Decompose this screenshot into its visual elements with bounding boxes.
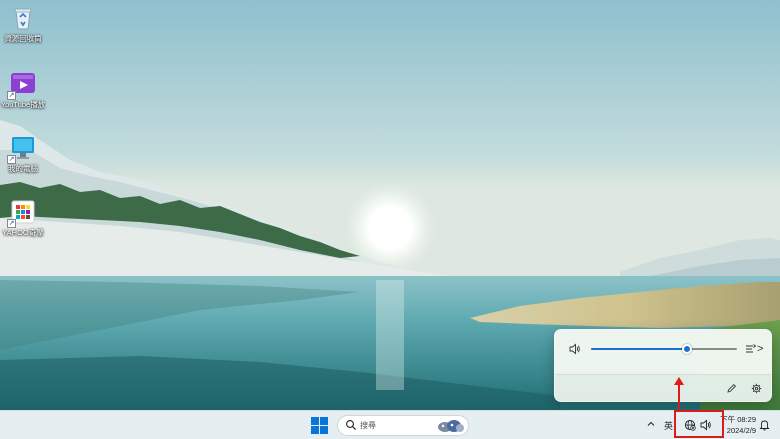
volume-slider-fill	[591, 348, 688, 350]
taskbar-search-box[interactable]: 搜尋	[337, 415, 469, 436]
input-method-indicator[interactable]: 英	[664, 419, 673, 432]
monitor-icon: ↗	[7, 134, 37, 164]
audio-output-chevron[interactable]: >	[757, 343, 763, 355]
volume-row: >	[555, 330, 771, 374]
gear-icon[interactable]	[751, 383, 762, 397]
taskbar: 搜尋 英 下午 08:29 2024/2/9	[0, 410, 780, 439]
desktop-icon-recycle-bin[interactable]: 資源回收筒	[0, 4, 46, 43]
shortcut-arrow-icon: ↗	[7, 219, 16, 228]
desktop-icon-label: 我的電腦	[8, 164, 38, 173]
recycle-bin-icon	[9, 4, 37, 32]
clock-time: 下午 08:29	[720, 415, 756, 424]
annotation-arrow	[674, 377, 684, 409]
search-icon	[346, 420, 357, 431]
desktop-icon-computer[interactable]: ↗ 我的電腦	[0, 134, 46, 173]
annotation-highlight-box	[674, 410, 724, 438]
desktop-icon-yahoo[interactable]: ↗ YAHOO奇摩	[0, 198, 46, 237]
shortcut-arrow-icon: ↗	[7, 155, 16, 164]
quick-settings-volume-flyout: >	[554, 329, 772, 402]
desktop-icon-label: 資源回收筒	[4, 34, 42, 43]
volume-slider-thumb[interactable]	[682, 344, 693, 354]
desktop-icon-label: YouTube播放	[0, 100, 46, 109]
clock-date: 2024/2/9	[726, 426, 756, 435]
bell-icon[interactable]	[759, 419, 770, 431]
pencil-icon[interactable]	[726, 383, 737, 397]
desktop-icon-youtube[interactable]: ↗ YouTube播放	[0, 70, 46, 109]
search-placeholder: 搜尋	[360, 421, 376, 430]
yahoo-app-icon: ↗	[7, 198, 37, 228]
search-highlight-image	[438, 420, 464, 432]
shortcut-arrow-icon: ↗	[7, 91, 16, 100]
windows-start-icon[interactable]	[311, 417, 328, 434]
youtube-app-icon: ↗	[7, 70, 37, 100]
desktop-icon-label: YAHOO奇摩	[2, 228, 44, 237]
flyout-footer	[555, 374, 771, 401]
taskbar-clock[interactable]: 下午 08:29 2024/2/9	[720, 414, 756, 436]
chevron-up-icon[interactable]	[646, 419, 656, 429]
speaker-icon[interactable]	[569, 343, 581, 358]
audio-output-icon[interactable]	[745, 343, 757, 358]
volume-slider[interactable]	[591, 344, 737, 354]
